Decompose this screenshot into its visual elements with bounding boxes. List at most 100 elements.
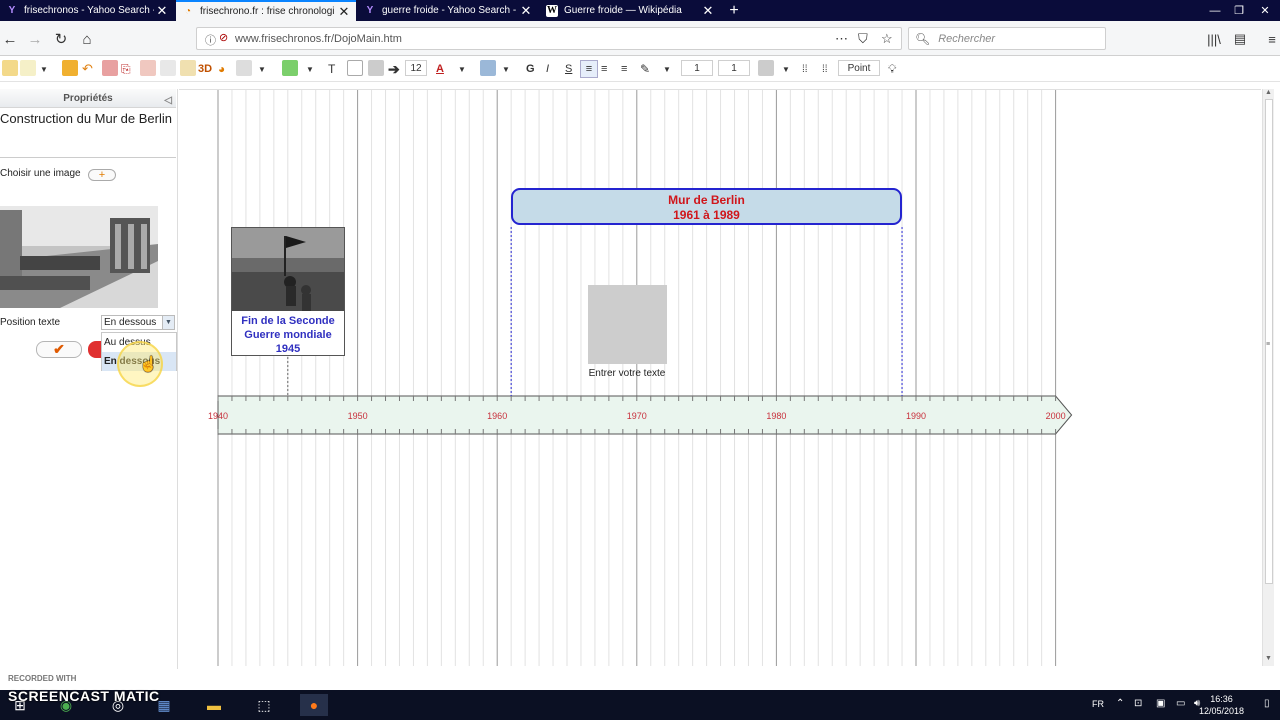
scroll-grip-icon: ≡ <box>1266 341 1271 348</box>
tab-wikipedia[interactable]: W Guerre froide — Wikipédia ✕ <box>540 0 720 21</box>
new-event-text[interactable]: Entrer votre texte <box>566 368 688 379</box>
border-width-select[interactable]: 1 <box>718 60 750 76</box>
panel-title: Propriétés <box>63 93 113 104</box>
menu-icon[interactable]: ≡ <box>1262 29 1280 49</box>
box-tool-icon[interactable] <box>347 60 363 76</box>
align-center-icon[interactable]: ≡ <box>601 60 607 78</box>
reload-icon[interactable]: ↻ <box>51 29 71 49</box>
snipping-icon[interactable]: ⬚ <box>250 694 278 716</box>
close-icon[interactable]: ✕ <box>518 3 534 19</box>
chevron-down-icon[interactable]: ▼ <box>502 60 510 78</box>
tab-title: guerre froide - Yahoo Search - <box>382 5 517 16</box>
pointer-hand-icon: ☝ <box>139 356 158 373</box>
language-indicator[interactable]: FR <box>1092 699 1104 709</box>
url-bar[interactable]: ⓘ ⊘ www.frisechronos.fr/DojoMain.htm ⋯ ⛉… <box>196 27 902 50</box>
add-image-button[interactable]: + <box>88 169 116 181</box>
line-width-select[interactable]: 1 <box>681 60 713 76</box>
undo-icon[interactable]: ↶ <box>82 60 93 78</box>
tab-title: Guerre froide — Wikipédia <box>564 5 682 16</box>
chevron-down-icon[interactable]: ▼ <box>258 60 266 78</box>
frame-icon[interactable] <box>282 60 298 76</box>
year-label: 1990 <box>906 411 926 421</box>
palette-icon[interactable]: ◕ <box>218 60 225 78</box>
library-icon[interactable]: |||\ <box>1204 29 1224 49</box>
pdf-icon[interactable]: ⎘ <box>121 60 131 78</box>
page-icon[interactable] <box>20 60 36 76</box>
chevron-down-icon[interactable]: ▼ <box>458 60 466 78</box>
dash-icon[interactable]: ⁞⁞ <box>802 60 808 78</box>
tab-yahoo-guerre-froide[interactable]: Y guerre froide - Yahoo Search - ✕ <box>358 0 538 21</box>
3d-button[interactable]: 3D <box>198 60 212 78</box>
fill-color-icon[interactable] <box>480 60 496 76</box>
monitor-icon[interactable]: ▭ <box>1176 698 1185 709</box>
print-icon[interactable] <box>368 60 384 76</box>
layout-icon[interactable] <box>758 60 774 76</box>
save-icon[interactable] <box>102 60 118 76</box>
scroll-up-icon[interactable]: ▲ <box>1265 89 1272 96</box>
close-icon[interactable]: ✕ <box>700 3 716 19</box>
info-icon[interactable]: ⓘ <box>205 32 216 48</box>
new-event-image-placeholder[interactable] <box>588 285 667 364</box>
chevron-down-icon[interactable]: ▼ <box>663 60 671 78</box>
maximize-icon[interactable]: ❐ <box>1228 0 1250 21</box>
bold-button[interactable]: G <box>526 60 535 78</box>
position-text-select[interactable]: En dessous ▼ <box>101 315 175 330</box>
network-icon[interactable]: ▣ <box>1156 698 1165 709</box>
url-text[interactable]: www.frisechronos.fr/DojoMain.htm <box>235 33 402 45</box>
file-explorer-icon[interactable]: ▬ <box>200 694 228 716</box>
text-tool-icon[interactable]: T <box>328 60 335 78</box>
scale-icon[interactable]: ⁞⁞ <box>822 60 828 78</box>
chevron-down-icon[interactable]: ▼ <box>40 60 48 78</box>
vertical-scrollbar[interactable]: ▲ ≡ ▼ <box>1262 89 1274 666</box>
network-share-icon[interactable]: ⊡ <box>1134 698 1142 709</box>
align-left-icon[interactable]: ≡ <box>580 60 598 78</box>
export-icon[interactable] <box>140 60 156 76</box>
close-window-icon[interactable]: ✕ <box>1254 0 1276 21</box>
sidebar-icon[interactable]: ▤ <box>1230 29 1250 49</box>
scroll-down-icon[interactable]: ▼ <box>1265 655 1272 662</box>
unit-select[interactable]: Point <box>838 60 880 76</box>
new-icon[interactable] <box>2 60 18 76</box>
event-title-field[interactable]: Construction du Mur de Berlin <box>0 108 176 158</box>
notifications-icon[interactable]: ▯ <box>1264 698 1270 709</box>
forward-icon[interactable]: → <box>25 29 45 49</box>
event-card-ww2-end[interactable]: Fin de la Seconde Guerre mondiale 1945 <box>231 227 345 356</box>
page-actions-icon[interactable]: ⋯ <box>835 31 848 47</box>
tab-frisechrono[interactable]: ◔ frisechrono.fr : frise chronologi ✕ <box>176 0 356 21</box>
home-icon[interactable]: ⌂ <box>77 29 97 49</box>
year-label: 1960 <box>487 411 507 421</box>
chevron-down-icon[interactable]: ▼ <box>306 60 314 78</box>
italic-button[interactable]: I <box>546 60 549 78</box>
font-color-icon[interactable]: A <box>436 60 444 78</box>
timeline-svg: 1940 1950 1960 1970 1980 1990 2000 <box>208 90 1073 666</box>
firefox-icon[interactable]: ● <box>300 694 328 716</box>
timeline-canvas[interactable]: 1940 1950 1960 1970 1980 1990 2000 <box>179 89 1261 666</box>
image-icon[interactable] <box>180 60 196 76</box>
grid-icon[interactable] <box>160 60 176 76</box>
pocket-icon[interactable]: ⛉ <box>858 31 868 47</box>
close-icon[interactable]: ✕ <box>154 3 170 19</box>
font-size-select[interactable]: 12 <box>405 60 427 76</box>
underline-button[interactable]: S <box>565 60 572 78</box>
back-icon[interactable]: ← <box>0 29 20 49</box>
bookmark-star-icon[interactable]: ☆ <box>881 31 893 47</box>
search-input[interactable]: 🔍︎ Rechercher <box>908 27 1106 50</box>
clock[interactable]: 16:36 12/05/2018 <box>1199 693 1244 717</box>
minimize-icon[interactable]: — <box>1204 0 1226 21</box>
tab-yahoo-frisechronos[interactable]: Y frisechronos - Yahoo Search - A ✕ <box>0 0 174 21</box>
timeline-settings-icon[interactable] <box>236 60 252 76</box>
align-right-icon[interactable]: ≡ <box>621 60 627 78</box>
new-tab-icon[interactable]: + <box>726 0 742 21</box>
tray-up-icon[interactable]: ⌃ <box>1116 698 1124 709</box>
chevron-down-icon[interactable]: ▼ <box>162 316 174 329</box>
chevron-down-icon[interactable]: ▼ <box>782 60 790 78</box>
open-folder-icon[interactable] <box>62 60 78 76</box>
arrow-tool-icon[interactable]: ➔ <box>388 60 400 78</box>
yahoo-icon: Y <box>8 5 16 16</box>
confirm-button[interactable]: ✔ <box>36 341 82 358</box>
lightbulb-icon[interactable]: 💡︎ <box>888 60 896 78</box>
line-color-icon[interactable]: ✎ <box>640 60 650 78</box>
close-icon[interactable]: ✕ <box>336 4 352 20</box>
period-berlin-wall[interactable]: Mur de Berlin 1961 à 1989 <box>511 188 902 225</box>
insecure-icon[interactable]: ⊘ <box>219 31 228 44</box>
